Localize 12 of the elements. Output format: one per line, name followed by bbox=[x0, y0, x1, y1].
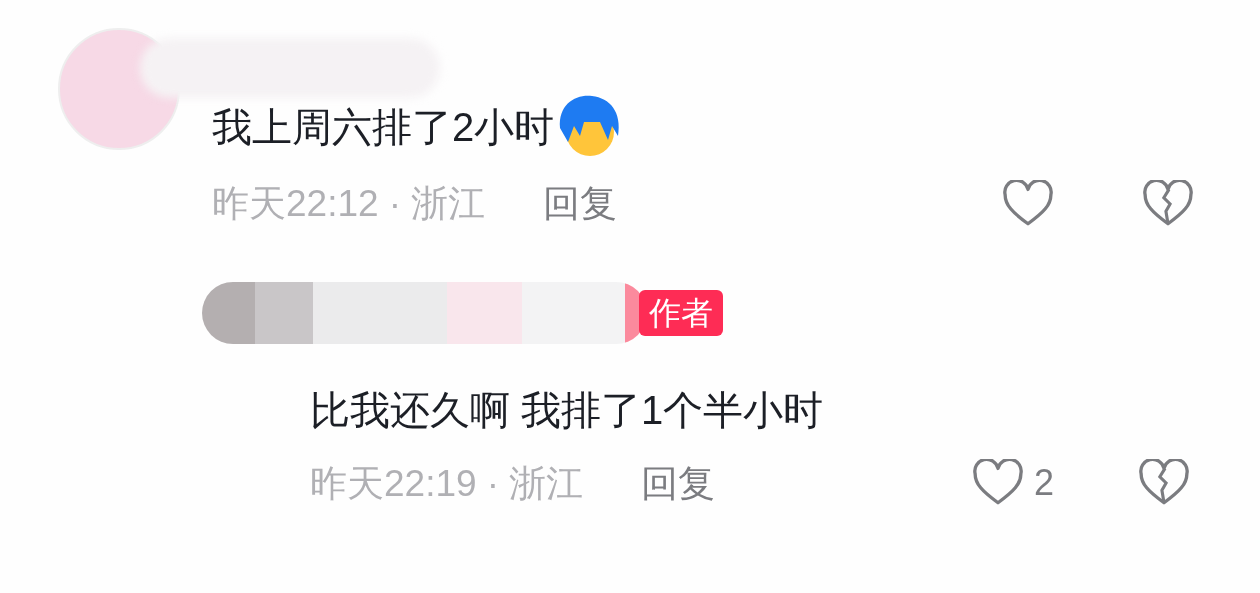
author-badge: 作者 bbox=[639, 289, 723, 336]
dislike-button[interactable] bbox=[1142, 179, 1194, 228]
comment-text: 我上周六排了2小时 bbox=[212, 104, 555, 151]
comment-time-location: 昨天22:19 · 浙江 bbox=[310, 461, 584, 506]
like-count: 2 bbox=[1033, 461, 1054, 506]
like-button[interactable] bbox=[1002, 179, 1054, 228]
comment-time-location: 昨天22:12 · 浙江 bbox=[212, 182, 486, 226]
reply-text: 比我还久啊 我排了1个半小时 bbox=[310, 386, 824, 434]
reply-link[interactable]: 回复 bbox=[641, 455, 716, 511]
dislike-icon bbox=[1142, 179, 1194, 228]
reply-link[interactable]: 回复 bbox=[543, 176, 618, 232]
like-icon bbox=[1002, 179, 1054, 228]
